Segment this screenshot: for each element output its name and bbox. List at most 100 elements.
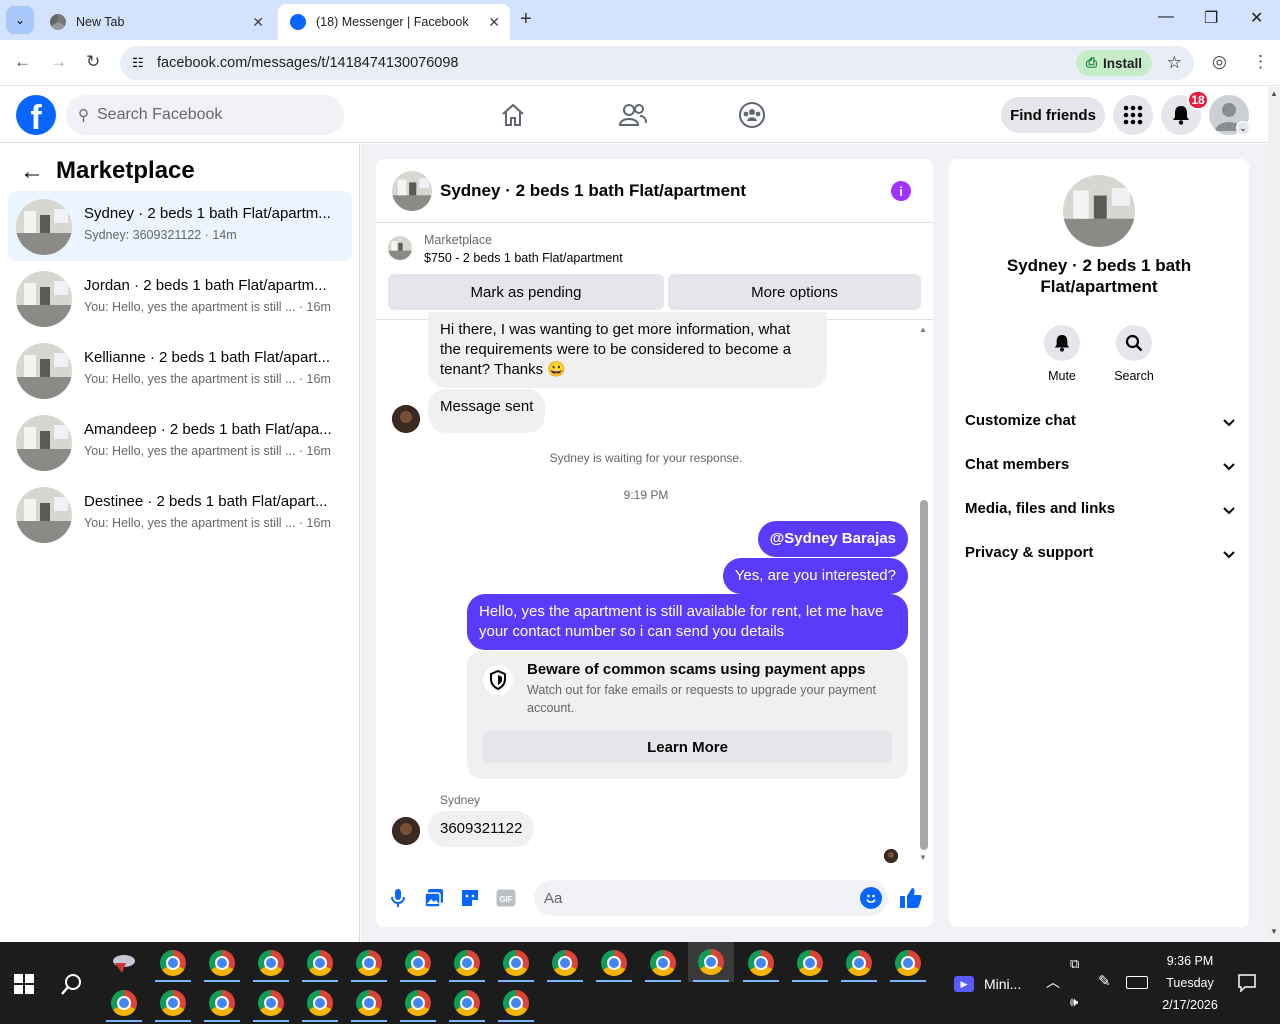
chrome-taskbar-icon[interactable] [300,984,340,1022]
outgoing-message[interactable]: Yes, are you interested? [722,558,908,594]
chat-scrollbar[interactable]: ▲ ▼ [918,325,930,865]
media-files-links-section[interactable]: Media, files and links [965,500,1235,522]
facebook-logo-icon[interactable]: f [16,95,56,135]
close-tab-icon[interactable]: ✕ [252,14,264,31]
mark-as-pending-button[interactable]: Mark as pending [388,274,664,310]
back-arrow-icon[interactable]: ← [20,158,44,186]
address-bar[interactable]: ☷ facebook.com/messages/t/14184741300760… [120,46,1194,80]
scroll-up-icon[interactable]: ▲ [1270,89,1278,98]
reload-icon[interactable]: ↻ [86,52,100,72]
info-icon[interactable]: i [891,181,911,201]
back-icon[interactable]: ← [14,52,31,72]
site-settings-icon[interactable]: ☷ [132,55,144,71]
chrome-taskbar-icon[interactable] [790,944,830,982]
chrome-taskbar-icon[interactable] [594,944,634,982]
mute-button[interactable]: Mute [1032,325,1092,383]
chrome-taskbar-icon[interactable] [643,944,683,982]
chrome-taskbar-icon[interactable] [153,944,193,982]
tab-messenger[interactable]: (18) Messenger | Facebook ✕ [278,4,510,40]
chrome-taskbar-icon[interactable] [741,944,781,982]
install-app-button[interactable]: ⎙ Install [1076,50,1152,76]
listing-price-title[interactable]: $750 - 2 beds 1 bath Flat/apartment [424,251,623,265]
sender-avatar[interactable] [392,817,420,845]
chrome-taskbar-icon[interactable] [251,984,291,1022]
account-chevron-icon[interactable]: ⌄ [1236,121,1250,135]
sender-avatar[interactable] [392,405,420,433]
chrome-taskbar-icon[interactable] [202,944,242,982]
tab-new-tab[interactable]: New Tab ✕ [38,4,274,40]
conversation-item[interactable]: Destinee · 2 beds 1 bath Flat/apart... Y… [8,479,352,549]
outgoing-message[interactable]: @Sydney Barajas [757,521,908,557]
scroll-down-icon[interactable]: ▼ [1270,927,1278,936]
restore-icon[interactable]: ❐ [1204,8,1218,28]
listing-profile-avatar[interactable] [1063,175,1135,247]
chrome-taskbar-icon[interactable] [349,944,389,982]
chrome-taskbar-icon[interactable] [496,944,536,982]
menu-grid-icon[interactable] [1113,95,1153,135]
clock-day[interactable]: Tuesday [1150,976,1230,990]
page-scrollbar[interactable]: ▲ ▼ [1268,87,1280,942]
new-tab-icon[interactable]: + [520,8,532,31]
taskbar-search-icon[interactable] [60,972,84,1001]
chat-title[interactable]: Sydney · 2 beds 1 bath Flat/apartment [440,181,746,201]
chrome-taskbar-icon[interactable] [447,984,487,1022]
thumbs-up-icon[interactable] [898,885,924,911]
profile-icon[interactable]: ◎ [1212,52,1227,72]
close-window-icon[interactable]: ✕ [1250,8,1263,28]
taskbar-app-icon[interactable] [104,944,144,982]
show-hidden-icons-chevron-icon[interactable]: ︿ [1046,972,1060,992]
chrome-taskbar-icon-active[interactable] [688,942,734,982]
chrome-taskbar-icon[interactable] [251,944,291,982]
scroll-down-icon[interactable]: ▼ [919,853,927,862]
incoming-message[interactable]: Message sent [428,389,546,433]
clock-time[interactable]: 9:36 PM [1150,954,1230,968]
sticker-icon[interactable] [459,887,481,909]
photo-icon[interactable] [423,887,445,909]
chrome-taskbar-icon[interactable] [545,944,585,982]
close-tab-icon[interactable]: ✕ [488,14,500,31]
outgoing-message[interactable]: Hello, yes the apartment is still availa… [467,594,908,650]
chrome-taskbar-icon[interactable] [496,984,536,1022]
chrome-taskbar-icon[interactable] [202,984,242,1022]
search-conversation-button[interactable]: Search [1104,325,1164,383]
gif-icon[interactable]: GIF [495,887,517,909]
incoming-message[interactable]: 3609321122 [428,811,535,847]
microphone-icon[interactable] [387,887,409,909]
chrome-taskbar-icon[interactable] [349,984,389,1022]
groups-icon[interactable] [732,99,772,131]
chrome-taskbar-icon[interactable] [104,984,144,1022]
clock-date[interactable]: 2/17/2026 [1150,998,1230,1012]
notification-center-icon[interactable] [1238,974,1256,997]
friends-icon[interactable] [613,99,653,131]
customize-chat-section[interactable]: Customize chat [965,412,1235,434]
incoming-message[interactable]: Hi there, I was wanting to get more info… [428,312,827,388]
find-friends-button[interactable]: Find friends [1001,97,1105,133]
home-icon[interactable] [493,99,533,131]
conversation-item[interactable]: Kellianne · 2 beds 1 bath Flat/apart... … [8,335,352,405]
chrome-taskbar-icon[interactable] [300,944,340,982]
tab-search-button[interactable]: ⌄ [6,6,34,34]
chrome-taskbar-icon[interactable] [839,944,879,982]
chrome-menu-icon[interactable]: ⋮ [1252,52,1269,72]
bookmark-star-icon[interactable]: ☆ [1167,53,1182,73]
learn-more-button[interactable]: Learn More [483,731,892,763]
mini-player-button[interactable]: ▶ Mini... [954,974,1034,994]
chrome-taskbar-icon[interactable] [398,944,438,982]
more-options-button[interactable]: More options [668,274,921,310]
volume-icon[interactable]: 🕪 [1070,994,1078,1010]
chat-listing-avatar[interactable] [392,171,432,211]
start-button-icon[interactable] [14,974,34,999]
emoji-icon[interactable] [860,887,882,909]
chrome-taskbar-icon[interactable] [888,944,928,982]
chrome-taskbar-icon[interactable] [447,944,487,982]
conversation-item[interactable]: Sydney · 2 beds 1 bath Flat/apartm... Sy… [8,191,352,261]
forward-icon[interactable]: → [50,52,67,72]
conversation-item[interactable]: Amandeep · 2 beds 1 bath Flat/apa... You… [8,407,352,477]
scroll-up-icon[interactable]: ▲ [919,325,927,334]
chat-members-section[interactable]: Chat members [965,456,1235,478]
keyboard-icon[interactable] [1126,976,1148,989]
conversation-item[interactable]: Jordan · 2 beds 1 bath Flat/apartm... Yo… [8,263,352,333]
meet-now-icon[interactable]: ⧉ [1070,956,1079,972]
chrome-taskbar-icon[interactable] [153,984,193,1022]
pen-icon[interactable]: ✎ [1098,972,1111,990]
